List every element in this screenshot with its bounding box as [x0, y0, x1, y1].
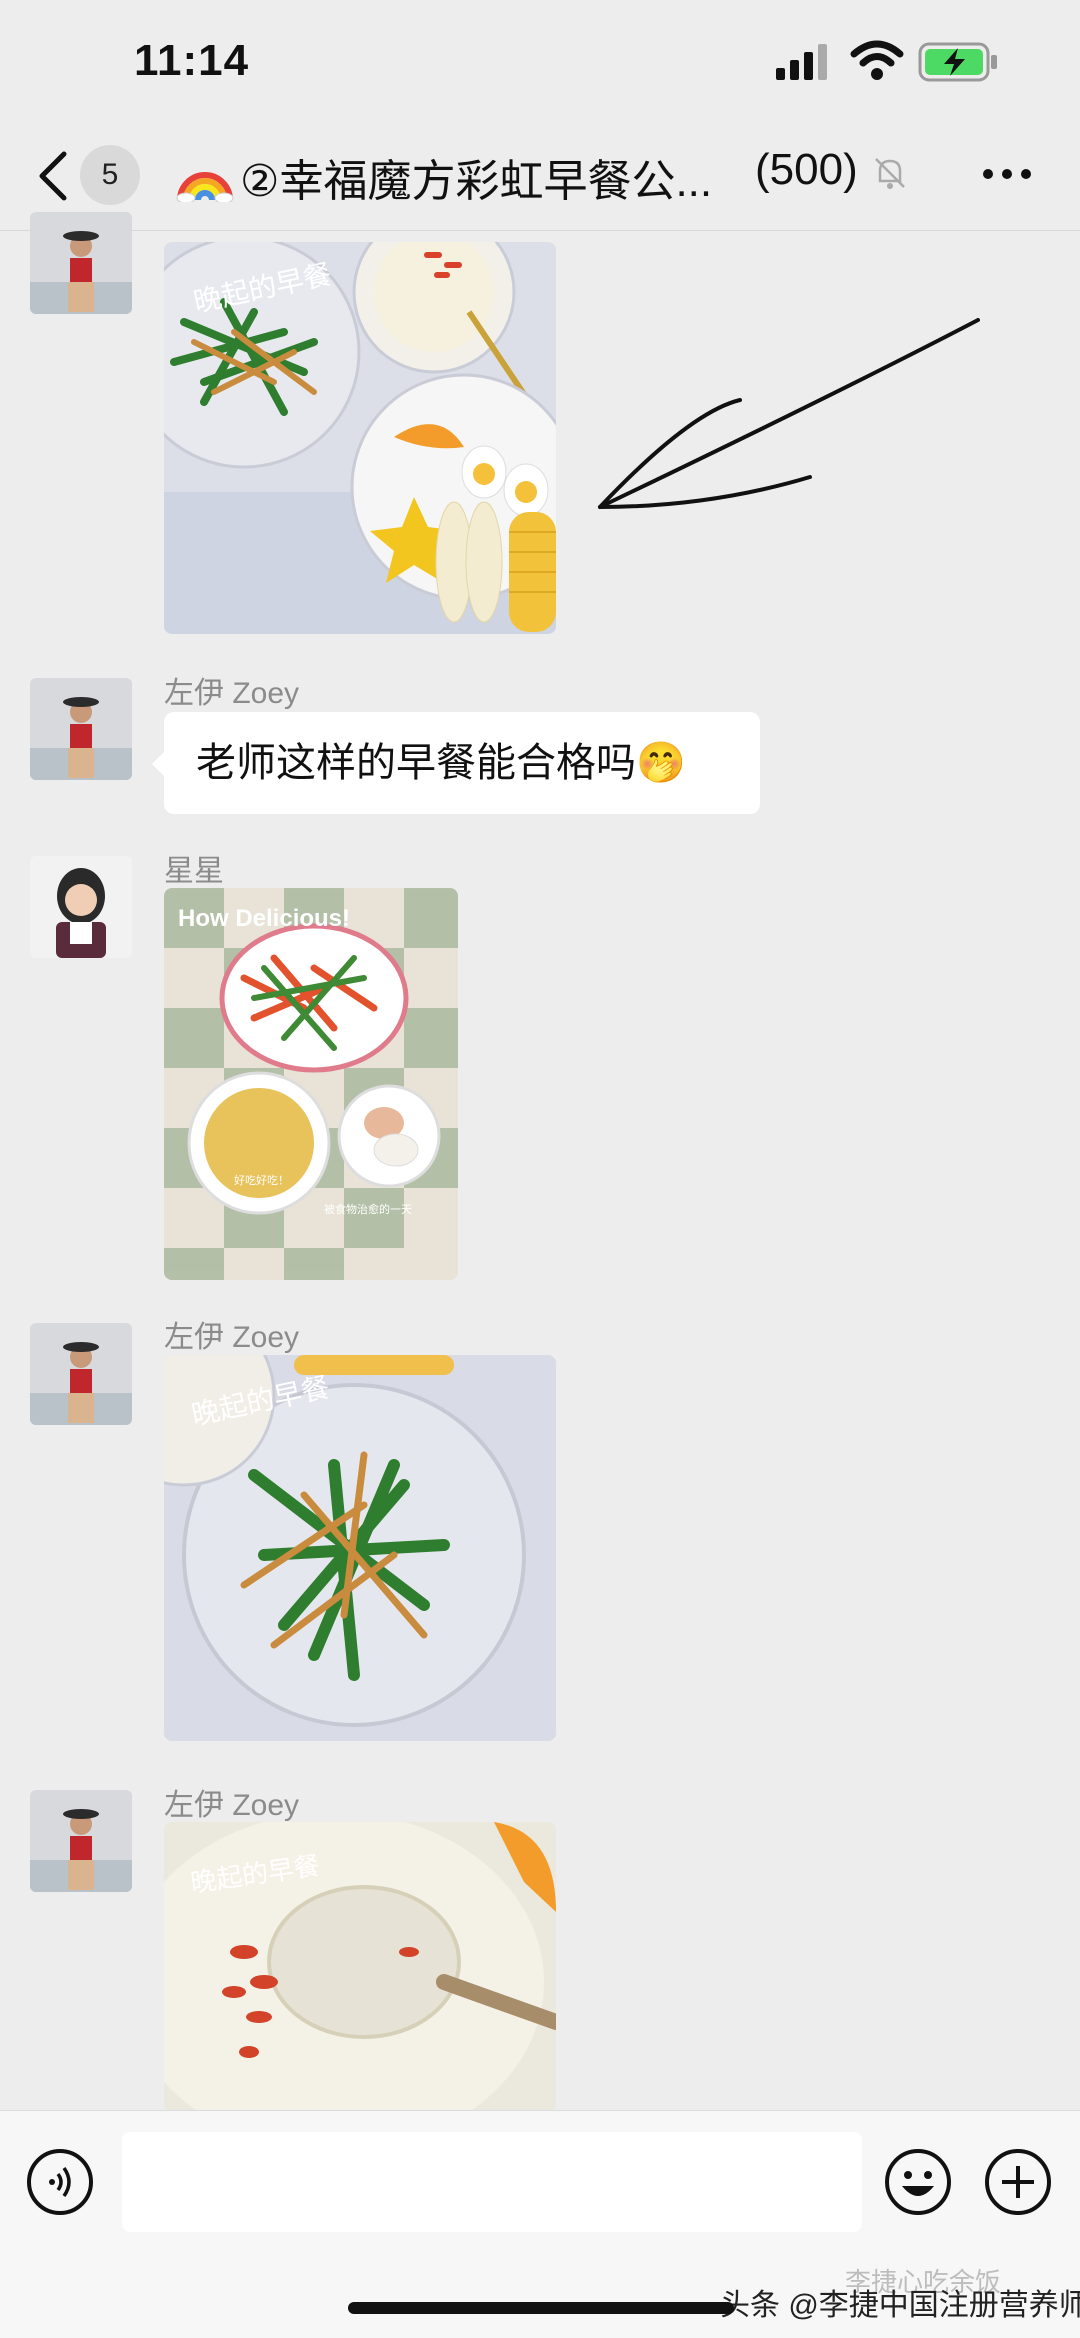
sender-name: 左伊 Zoey — [164, 1321, 300, 1354]
emoji-icon[interactable] — [884, 2148, 952, 2216]
rainbow-icon — [176, 172, 234, 202]
avatar-zoey[interactable] — [30, 1790, 132, 1892]
sender-name: 左伊 Zoey — [164, 1789, 300, 1822]
sender-name: 星星 — [164, 855, 224, 888]
photo-note: 被食物治愈的一天 — [324, 1202, 412, 1216]
hand-drawn-arrow — [598, 318, 980, 509]
photo-note: 好吃好吃！ — [234, 1173, 289, 1187]
more-options-icon[interactable] — [982, 168, 1032, 180]
chat-title: ②幸福魔方彩虹早餐公... — [240, 157, 713, 206]
bubble-tail — [152, 752, 164, 776]
message-input[interactable] — [122, 2132, 862, 2232]
avatar-zoey[interactable] — [30, 678, 132, 780]
message-bubble[interactable]: 老师这样的早餐能合格吗🤭 — [164, 712, 760, 814]
watermark: 头条 @李捷中国注册营养师 — [720, 2289, 1080, 2322]
cellular-signal-icon — [776, 44, 827, 80]
avatar-zoey[interactable] — [30, 1323, 132, 1425]
back-icon[interactable] — [36, 150, 70, 202]
member-count: (500) — [755, 145, 858, 194]
status-time: 11:14 — [134, 36, 250, 85]
home-indicator[interactable] — [348, 2302, 734, 2314]
avatar-xingxing[interactable] — [30, 856, 132, 958]
avatar-zoey[interactable] — [30, 212, 132, 314]
add-icon[interactable] — [984, 2148, 1052, 2216]
mute-bell-icon — [875, 158, 905, 189]
wifi-icon — [850, 40, 904, 80]
battery-charging-icon — [918, 42, 997, 82]
breakfast-photo-2[interactable]: How Delicious! 好吃好吃！ 被食物治愈的一天 — [164, 888, 458, 1280]
sender-name: 左伊 Zoey — [164, 677, 300, 710]
breakfast-photo-3[interactable]: 晚起的早餐 — [164, 1355, 556, 1741]
breakfast-photo-1[interactable]: 晚起的早餐 — [164, 242, 556, 634]
photo-caption: How Delicious! — [178, 905, 350, 932]
voice-input-icon[interactable] — [26, 2148, 94, 2216]
breakfast-photo-4[interactable]: 晚起的早餐 — [164, 1822, 556, 2112]
unread-count-badge[interactable]: 5 — [80, 145, 140, 205]
